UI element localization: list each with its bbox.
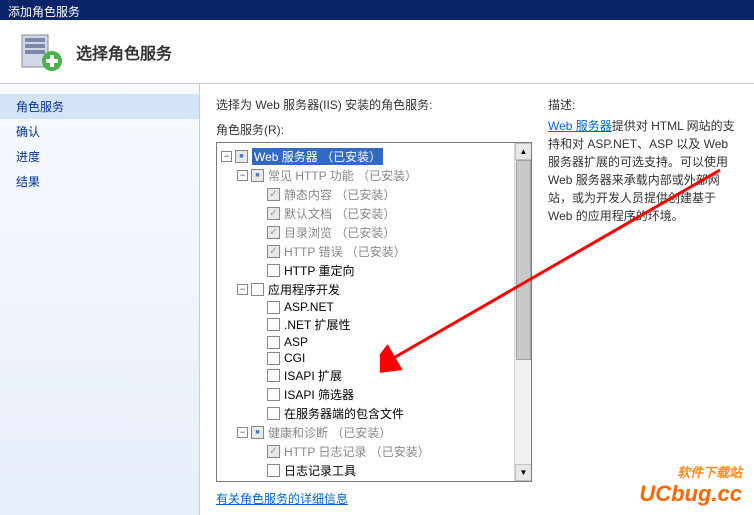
tree-node[interactable]: ISAPI 筛选器 <box>221 385 527 404</box>
instruction-text: 选择为 Web 服务器(IIS) 安装的角色服务: <box>216 96 532 113</box>
tree-node-label: 常见 HTTP 功能 （已安装） <box>268 167 417 184</box>
tree-node[interactable]: 在服务器端的包含文件 <box>221 404 527 423</box>
wizard-header: 选择角色服务 <box>0 20 754 84</box>
checkbox[interactable] <box>267 226 280 239</box>
tree-node[interactable]: .NET 扩展性 <box>221 315 527 334</box>
tree-node-label: 日志记录工具 <box>284 462 356 479</box>
checkbox[interactable] <box>235 150 248 163</box>
description-link[interactable]: Web 服务器 <box>548 119 612 133</box>
watermark: 软件下载站 UCbug.cc <box>639 462 742 507</box>
services-label: 角色服务(R): <box>216 121 532 138</box>
tree-node[interactable]: ISAPI 扩展 <box>221 366 527 385</box>
wizard-steps-sidebar: 角色服务 确认 进度 结果 <box>0 84 200 515</box>
left-column: 选择为 Web 服务器(IIS) 安装的角色服务: 角色服务(R): −Web … <box>216 96 532 503</box>
tree-node[interactable]: 默认文档 （已安装） <box>221 204 527 223</box>
expander-icon[interactable]: − <box>237 284 248 295</box>
tree-node[interactable]: − 常见 HTTP 功能 （已安装） <box>221 166 527 185</box>
tree-node-label: 应用程序开发 <box>268 281 340 298</box>
vertical-scrollbar[interactable]: ▲ ▼ <box>514 143 531 481</box>
checkbox[interactable] <box>267 245 280 258</box>
scroll-down-button[interactable]: ▼ <box>515 464 532 481</box>
checkbox[interactable] <box>267 388 280 401</box>
wizard-body: 角色服务 确认 进度 结果 选择为 Web 服务器(IIS) 安装的角色服务: … <box>0 84 754 515</box>
scroll-thumb[interactable] <box>516 160 531 360</box>
description-panel: 描述: Web 服务器提供对 HTML 网站的支持和对 ASP.NET、ASP … <box>548 96 738 503</box>
watermark-text-top: 软件下载站 <box>639 462 742 481</box>
tree-node[interactable]: − Web 服务器 （已安装） <box>221 147 527 166</box>
sidebar-item-results[interactable]: 结果 <box>0 169 199 194</box>
tree-node-label: HTTP 重定向 <box>284 262 354 279</box>
tree-node-label: ISAPI 扩展 <box>284 367 342 384</box>
tree-node-label: ASP <box>284 335 308 349</box>
content-area: 选择为 Web 服务器(IIS) 安装的角色服务: 角色服务(R): −Web … <box>200 84 754 515</box>
tree-node[interactable]: − 应用程序开发 <box>221 280 527 299</box>
checkbox[interactable] <box>251 283 264 296</box>
details-link[interactable]: 有关角色服务的详细信息 <box>216 490 348 507</box>
tree-node-label: 请求监视 （已安装） <box>284 481 395 482</box>
expander-icon[interactable]: − <box>221 151 232 162</box>
checkbox[interactable] <box>267 407 280 420</box>
checkbox[interactable] <box>267 264 280 277</box>
checkbox[interactable] <box>267 352 280 365</box>
window-titlebar: 添加角色服务 <box>0 0 754 20</box>
tree-node-label: 在服务器端的包含文件 <box>284 405 404 422</box>
watermark-text-bottom: UCbug.cc <box>639 481 742 507</box>
checkbox[interactable] <box>267 445 280 458</box>
tree-node[interactable]: ASP.NET <box>221 299 527 315</box>
expander-icon[interactable]: − <box>237 427 248 438</box>
server-icon <box>16 27 66 77</box>
tree-node-label: 健康和诊断 （已安装） <box>268 424 391 441</box>
checkbox[interactable] <box>267 188 280 201</box>
description-label: 描述: <box>548 96 738 113</box>
tree-node[interactable]: 静态内容 （已安装） <box>221 185 527 204</box>
window-title: 添加角色服务 <box>8 5 80 19</box>
tree-node-label: ISAPI 筛选器 <box>284 386 354 403</box>
description-body: 提供对 HTML 网站的支持和对 ASP.NET、ASP 以及 Web 服务器扩… <box>548 119 735 223</box>
tree-node-label: Web 服务器 （已安装） <box>252 148 383 165</box>
page-title: 选择角色服务 <box>76 40 172 64</box>
sidebar-item-role-services[interactable]: 角色服务 <box>0 94 199 119</box>
tree-node[interactable]: − 健康和诊断 （已安装） <box>221 423 527 442</box>
sidebar-item-confirm[interactable]: 确认 <box>0 119 199 144</box>
tree-node-label: HTTP 错误 （已安装） <box>284 243 406 260</box>
tree-node[interactable]: HTTP 日志记录 （已安装） <box>221 442 527 461</box>
tree-node-label: ASP.NET <box>284 300 334 314</box>
tree-node[interactable]: HTTP 错误 （已安装） <box>221 242 527 261</box>
checkbox[interactable] <box>267 207 280 220</box>
checkbox[interactable] <box>251 426 264 439</box>
tree-node[interactable]: HTTP 重定向 <box>221 261 527 280</box>
tree-root: −Web 服务器 （已安装）−常见 HTTP 功能 （已安装）静态内容 （已安装… <box>217 143 531 482</box>
tree-node-label: 静态内容 （已安装） <box>284 186 395 203</box>
checkbox[interactable] <box>267 301 280 314</box>
checkbox[interactable] <box>251 169 264 182</box>
tree-node-label: .NET 扩展性 <box>284 316 350 333</box>
expander-icon[interactable]: − <box>237 170 248 181</box>
tree-node[interactable]: 日志记录工具 <box>221 461 527 480</box>
checkbox[interactable] <box>267 369 280 382</box>
description-text: Web 服务器提供对 HTML 网站的支持和对 ASP.NET、ASP 以及 W… <box>548 117 738 225</box>
tree-node-label: CGI <box>284 351 305 365</box>
tree-node[interactable]: CGI <box>221 350 527 366</box>
tree-node[interactable]: ASP <box>221 334 527 350</box>
tree-node[interactable]: 请求监视 （已安装） <box>221 480 527 482</box>
checkbox[interactable] <box>267 336 280 349</box>
checkbox[interactable] <box>267 464 280 477</box>
role-services-tree[interactable]: −Web 服务器 （已安装）−常见 HTTP 功能 （已安装）静态内容 （已安装… <box>216 142 532 482</box>
scroll-up-button[interactable]: ▲ <box>515 143 532 160</box>
tree-node[interactable]: 目录浏览 （已安装） <box>221 223 527 242</box>
tree-node-label: 目录浏览 （已安装） <box>284 224 395 241</box>
checkbox[interactable] <box>267 318 280 331</box>
tree-node-label: HTTP 日志记录 （已安装） <box>284 443 430 460</box>
tree-node-label: 默认文档 （已安装） <box>284 205 395 222</box>
sidebar-item-progress[interactable]: 进度 <box>0 144 199 169</box>
